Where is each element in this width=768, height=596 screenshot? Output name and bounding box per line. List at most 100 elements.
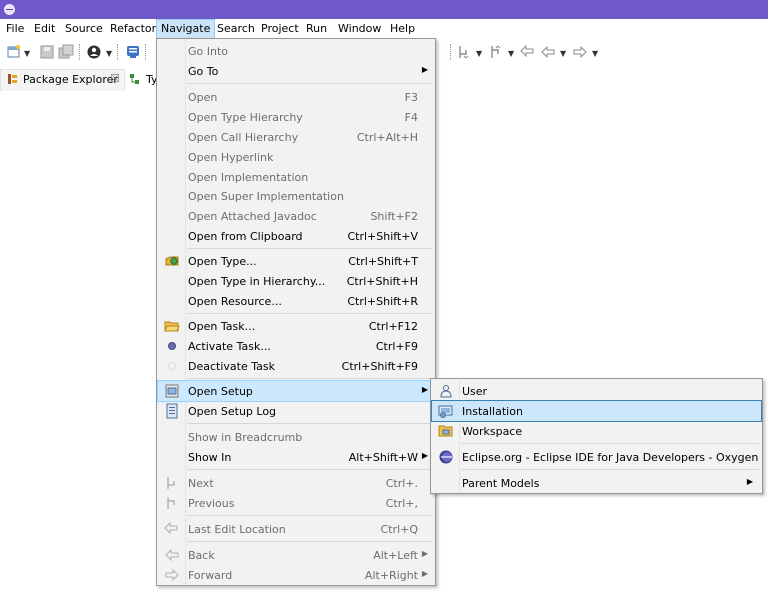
menu-item-label: Open Type Hierarchy (188, 111, 303, 124)
menu-item-shortcut: Alt+Shift+W (348, 451, 418, 464)
menu-item-open-attached-javadoc[interactable]: Open Attached Javadoc Shift+F2 (158, 206, 434, 226)
menu-item-open-type-in-hierarchy[interactable]: Open Type in Hierarchy... Ctrl+Shift+H (158, 271, 434, 291)
menu-item-label: Open (188, 91, 218, 104)
menu-item-label: Open Implementation (188, 171, 309, 184)
menu-item-label: Last Edit Location (188, 523, 286, 536)
forward-dropdown-icon[interactable]: ▼ (592, 49, 598, 58)
menu-item-next[interactable]: Next Ctrl+. (158, 473, 434, 493)
menu-item-last-edit-location[interactable]: Last Edit Location Ctrl+Q (158, 519, 434, 539)
eclipse-product-icon (439, 450, 453, 464)
toolbar-separator (145, 44, 148, 60)
menu-item-go-to[interactable]: Go To ▶ (158, 61, 434, 81)
menu-item-label: Go To (188, 65, 219, 78)
menu-separator (461, 443, 759, 444)
menu-item-open-task[interactable]: Open Task... Ctrl+F12 (158, 316, 434, 336)
submenu-item-installation[interactable]: Installation (431, 400, 762, 422)
menu-item-shortcut: Ctrl+Shift+V (347, 230, 418, 243)
menu-item-deactivate-task[interactable]: Deactivate Task Ctrl+Shift+F9 (158, 356, 434, 376)
next-annotation-icon (167, 477, 175, 489)
menu-item-show-in-breadcrumb[interactable]: Show in Breadcrumb (158, 427, 434, 447)
submenu-item-label: Workspace (462, 425, 523, 438)
menu-separator (187, 248, 432, 249)
submenu-item-eclipse-org[interactable]: Eclipse.org - Eclipse IDE for Java Devel… (432, 447, 761, 467)
menu-item-label: Activate Task... (188, 340, 271, 353)
back-icon[interactable] (540, 44, 556, 60)
menu-item-forward[interactable]: Forward Alt+Right ▶ (158, 565, 434, 585)
debug-person-icon[interactable] (86, 44, 102, 60)
menu-item-go-into[interactable]: Go Into (158, 41, 434, 61)
previous-annotation-icon (167, 497, 175, 509)
menu-item-open[interactable]: Open F3 (158, 87, 434, 107)
last-edit-location-icon[interactable] (520, 44, 536, 60)
previous-annotation-icon[interactable] (488, 44, 504, 60)
next-annotation-icon[interactable] (456, 44, 472, 60)
menu-item-open-type[interactable]: Open Type... Ctrl+Shift+T (158, 251, 434, 271)
menu-item-open-setup-log[interactable]: Open Setup Log (158, 401, 434, 421)
menu-search[interactable]: Search (213, 19, 259, 39)
menu-item-label: Deactivate Task (188, 360, 275, 373)
close-icon[interactable]: ☒ (110, 72, 120, 85)
menu-bar: File Edit Source Refactor Navigate Searc… (0, 19, 768, 39)
next-annotation-dropdown-icon[interactable]: ▼ (476, 49, 482, 58)
save-all-icon[interactable] (58, 44, 74, 60)
submenu-item-user[interactable]: User (432, 381, 761, 401)
menu-separator (187, 313, 432, 314)
submenu-arrow-icon: ▶ (421, 569, 428, 578)
debug-dropdown-icon[interactable]: ▼ (106, 49, 112, 58)
menu-item-back[interactable]: Back Alt+Left ▶ (158, 545, 434, 565)
menu-item-show-in[interactable]: Show In Alt+Shift+W ▶ (158, 447, 434, 467)
menu-separator (187, 469, 432, 470)
activate-task-icon (168, 342, 176, 350)
submenu-item-label: Eclipse.org - Eclipse IDE for Java Devel… (462, 451, 759, 464)
submenu-arrow-icon: ▶ (421, 65, 428, 74)
menu-item-open-super-implementation[interactable]: Open Super Implementation (158, 186, 434, 206)
forward-icon[interactable] (572, 44, 588, 60)
menu-item-open-type-hierarchy[interactable]: Open Type Hierarchy F4 (158, 107, 434, 127)
menu-item-shortcut: Ctrl+Alt+H (356, 131, 418, 144)
menu-item-shortcut: Alt+Left (373, 549, 418, 562)
menu-navigate[interactable]: Navigate (156, 19, 216, 39)
new-dropdown-icon[interactable]: ▼ (24, 49, 30, 58)
menu-item-label: Previous (188, 497, 235, 510)
back-dropdown-icon[interactable]: ▼ (560, 49, 566, 58)
menu-source[interactable]: Source (61, 19, 107, 39)
menu-item-label: Show in Breadcrumb (188, 431, 303, 444)
new-icon[interactable] (6, 44, 22, 60)
menu-item-open-from-clipboard[interactable]: Open from Clipboard Ctrl+Shift+V (158, 226, 434, 246)
open-setup-submenu: User Installation Workspace Eclipse.org … (430, 378, 763, 494)
workspace-icon (438, 425, 453, 437)
back-icon (165, 548, 179, 562)
console-icon[interactable] (125, 44, 141, 60)
type-hierarchy-icon[interactable] (129, 73, 141, 85)
menu-item-label: Open Task... (188, 320, 256, 333)
submenu-item-workspace[interactable]: Workspace (432, 421, 761, 441)
menu-project[interactable]: Project (257, 19, 303, 39)
menu-window[interactable]: Window (334, 19, 385, 39)
menu-refactor[interactable]: Refactor (106, 19, 160, 39)
menu-item-shortcut: Shift+F2 (370, 210, 418, 223)
menu-separator (187, 515, 432, 516)
installation-icon (438, 405, 453, 418)
menu-item-open-resource[interactable]: Open Resource... Ctrl+Shift+R (158, 291, 434, 311)
menu-item-shortcut: Ctrl+Q (380, 523, 418, 536)
submenu-arrow-icon: ▶ (421, 385, 428, 394)
forward-icon (165, 568, 179, 582)
menu-item-open-setup[interactable]: Open Setup ▶ (157, 380, 435, 402)
menu-item-open-implementation[interactable]: Open Implementation (158, 167, 434, 187)
submenu-arrow-icon: ▶ (746, 477, 753, 486)
menu-item-label: Open Call Hierarchy (188, 131, 299, 144)
toolbar-separator (117, 44, 120, 60)
deactivate-task-icon (168, 362, 176, 370)
menu-help[interactable]: Help (386, 19, 419, 39)
submenu-item-parent-models[interactable]: Parent Models ▶ (432, 473, 761, 493)
menu-item-activate-task[interactable]: Activate Task... Ctrl+F9 (158, 336, 434, 356)
menu-item-previous[interactable]: Previous Ctrl+, (158, 493, 434, 513)
menu-item-open-call-hierarchy[interactable]: Open Call Hierarchy Ctrl+Alt+H (158, 127, 434, 147)
menu-item-label: Show In (188, 451, 232, 464)
menu-file[interactable]: File (2, 19, 28, 39)
menu-run[interactable]: Run (302, 19, 331, 39)
previous-annotation-dropdown-icon[interactable]: ▼ (508, 49, 514, 58)
menu-item-open-hyperlink[interactable]: Open Hyperlink (158, 147, 434, 167)
menu-edit[interactable]: Edit (30, 19, 59, 39)
save-icon[interactable] (39, 44, 55, 60)
